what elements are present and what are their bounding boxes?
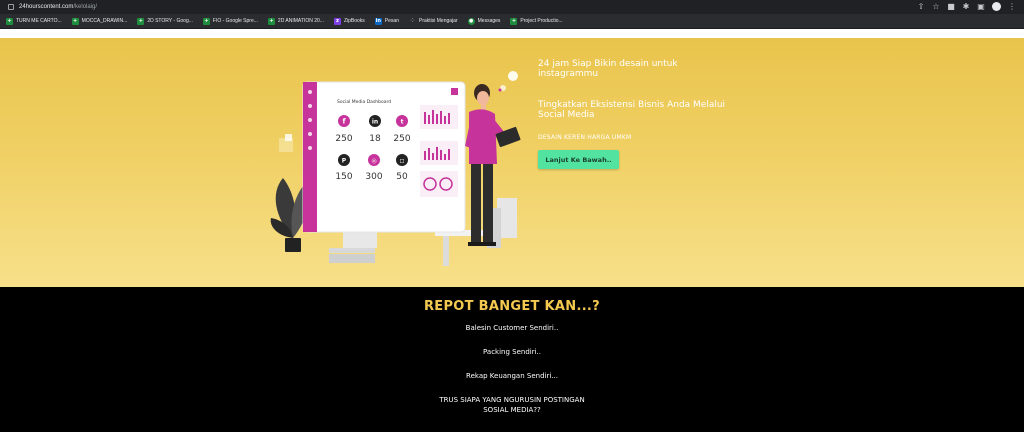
bookmark-item[interactable]: in Pesan xyxy=(373,15,401,27)
puzzle-icon[interactable]: ✱ xyxy=(962,2,970,11)
share-icon[interactable]: ⇧ xyxy=(917,2,925,11)
sheets-icon: + xyxy=(137,17,145,25)
bookmarks-bar: + TURN ME CARTO... + MOCCA_DRAWIN... +2D S… xyxy=(0,14,1024,29)
hero-section: Social Media Dashboard f 250 in 18 t 250… xyxy=(0,38,1024,287)
dashboard-title: Social Media Dashboard xyxy=(337,99,391,105)
sheets-icon: + xyxy=(267,17,275,25)
pain-point-line: Balesin Customer Sendiri.. xyxy=(465,324,559,332)
pain-point-line: Rekap Keuangan Sendiri... xyxy=(466,372,558,380)
linkedin-icon: in xyxy=(374,17,382,25)
instagram-count: 50 xyxy=(396,172,408,182)
url-text[interactable]: 24hourscontent.com/kelolaig/ xyxy=(19,4,97,10)
pinterest-count: 150 xyxy=(335,172,352,182)
hero-illustration: Social Media Dashboard f 250 in 18 t 250… xyxy=(270,71,521,266)
dots-icon: ⁘ xyxy=(410,17,415,24)
extension-icon[interactable]: ■ xyxy=(947,2,955,11)
bookmark-item[interactable]: +2D STORY - Goog... xyxy=(135,15,195,27)
sheets-icon: + xyxy=(71,17,79,25)
lock-icon xyxy=(8,4,14,10)
pain-point-line: Packing Sendiri.. xyxy=(483,348,541,356)
hero-text-block: 24 jam Siap Bikin desain untuk instagram… xyxy=(538,59,728,141)
sheets-icon: + xyxy=(202,17,210,25)
hero-subheadline: Tingkatkan Eksistensi Bisnis Anda Melalu… xyxy=(538,100,726,120)
linkedin-count: 18 xyxy=(369,134,381,144)
sidebar-icon[interactable]: ▣ xyxy=(977,2,985,11)
hero-headline: 24 jam Siap Bikin desain untuk instagram… xyxy=(538,59,678,79)
star-icon[interactable]: ☆ xyxy=(932,2,940,11)
sheets-icon: + xyxy=(6,17,13,25)
browser-actions: ⇧ ☆ ■ ✱ ▣ ⋮ xyxy=(917,2,1016,11)
dribbble-count: 300 xyxy=(365,172,382,182)
dribbble-icon: ◎ xyxy=(371,158,376,165)
bookmark-item[interactable]: ● Messages xyxy=(466,15,503,27)
bookmark-item[interactable]: + FIO - Google Spre... xyxy=(201,15,260,27)
bookmark-item[interactable]: ⁘ Praktisi Mengajar xyxy=(407,15,460,27)
pain-points-section: REPOT BANGET KAN...? Balesin Customer Se… xyxy=(0,287,1024,432)
bookmark-item[interactable]: + TURN ME CARTO... xyxy=(4,15,64,27)
pain-point-line: TRUS SIAPA YANG NGURUSIN POSTINGAN xyxy=(439,396,585,404)
messages-icon: ● xyxy=(467,17,475,25)
facebook-count: 250 xyxy=(335,134,352,144)
bookmark-item[interactable]: + MOCCA_DRAWIN... xyxy=(70,15,130,27)
browser-address-bar[interactable]: 24hourscontent.com/kelolaig/ ⇧ ☆ ■ ✱ ▣ ⋮ xyxy=(0,0,1024,14)
section-title: REPOT BANGET KAN...? xyxy=(423,299,601,314)
scroll-down-button[interactable]: Lanjut Ke Bawah.. xyxy=(538,150,619,169)
profile-avatar[interactable] xyxy=(992,2,1001,11)
pain-point-line: SOSIAL MEDIA?? xyxy=(483,406,541,414)
linkedin-icon: in xyxy=(372,119,378,126)
bookmark-item[interactable]: + Project Productio... xyxy=(508,15,564,27)
sheets-icon: + xyxy=(510,17,518,25)
hero-tagline: DESAIN KEREN HARGA UMKM xyxy=(538,134,632,141)
menu-icon[interactable]: ⋮ xyxy=(1008,2,1016,11)
twitter-count: 250 xyxy=(393,134,410,144)
twitter-icon: t xyxy=(401,119,404,126)
bookmark-item[interactable]: +2D ANIMATION 20... xyxy=(266,15,326,27)
bookmark-item[interactable]: z ZipBooks xyxy=(332,15,367,27)
page-top-strip xyxy=(0,30,1024,38)
instagram-icon: ◻ xyxy=(400,158,405,165)
zipbooks-icon: z xyxy=(333,17,341,25)
pinterest-icon: P xyxy=(342,158,347,165)
